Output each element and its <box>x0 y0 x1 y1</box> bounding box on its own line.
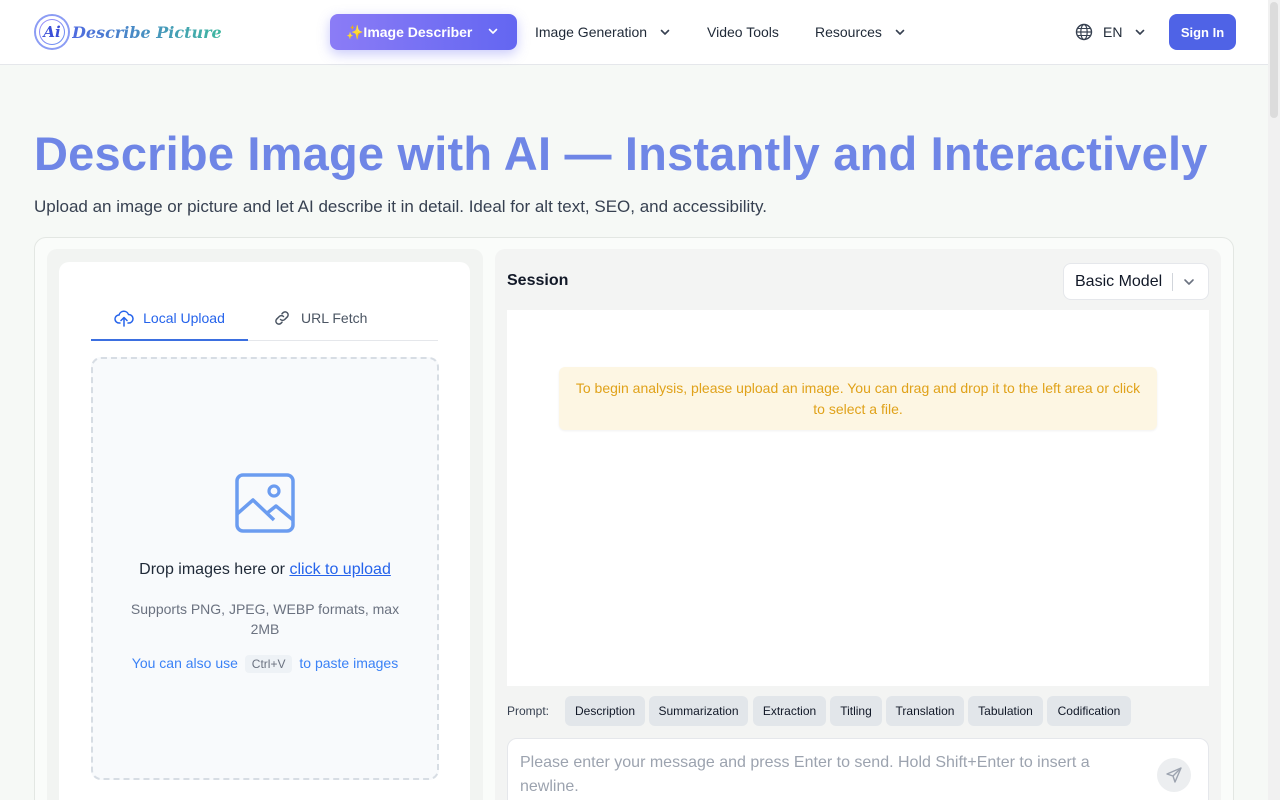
model-select[interactable]: Basic Model <box>1063 263 1209 300</box>
upload-cloud-icon <box>114 308 134 328</box>
upload-tabs: Local Upload URL Fetch <box>91 296 438 341</box>
tab-url-fetch-label: URL Fetch <box>301 310 368 326</box>
tab-local-upload[interactable]: Local Upload <box>91 296 248 341</box>
message-input-placeholder: Please enter your message and press Ente… <box>520 754 1090 795</box>
drop-instructions: Drop images here or click to upload <box>91 561 439 579</box>
paste-hint-prefix: You can also use <box>131 655 238 671</box>
page-subtitle: Upload an image or picture and let AI de… <box>34 197 767 216</box>
chevron-down-icon <box>1136 29 1145 35</box>
language-label: EN <box>1103 24 1123 40</box>
nav-image-describer-label: ✨Image Describer <box>346 23 473 40</box>
prompt-chip-description[interactable]: Description <box>565 696 645 726</box>
tab-url-fetch[interactable]: URL Fetch <box>272 296 367 340</box>
scrollbar-thumb[interactable] <box>1270 2 1278 118</box>
select-divider <box>1172 273 1173 291</box>
send-button[interactable] <box>1157 758 1191 792</box>
prompt-label: Prompt: <box>507 704 550 718</box>
prompt-chip-tabulation[interactable]: Tabulation <box>968 696 1043 726</box>
prompt-chip-translation[interactable]: Translation <box>886 696 964 726</box>
click-to-upload-link[interactable]: click to upload <box>289 561 390 578</box>
nav-resources[interactable]: Resources <box>815 24 906 40</box>
chevron-down-icon <box>895 29 905 35</box>
nav-video-tools[interactable]: Video Tools <box>707 24 779 40</box>
paste-hint-suffix: to paste images <box>299 655 399 671</box>
prompt-chip-extraction[interactable]: Extraction <box>753 696 826 726</box>
upload-notice: To begin analysis, please upload an imag… <box>559 367 1157 430</box>
nav-resources-label: Resources <box>815 24 882 40</box>
tab-local-upload-label: Local Upload <box>143 309 225 326</box>
language-selector[interactable]: EN <box>1075 23 1146 41</box>
prompt-chip-summarization[interactable]: Summarization <box>649 696 748 726</box>
logo[interactable]: Ai Describe Picture <box>36 16 222 48</box>
link-icon <box>272 308 292 328</box>
nav-image-generation-label: Image Generation <box>535 24 648 40</box>
session-title: Session <box>507 272 569 289</box>
drop-text-label: Drop images here or <box>139 561 285 578</box>
sign-in-button[interactable]: Sign In <box>1169 14 1236 50</box>
chevron-down-icon <box>488 28 498 34</box>
page-scrollbar[interactable] <box>1268 0 1280 800</box>
logo-text: Describe Picture <box>72 22 222 42</box>
chevron-down-icon <box>660 29 670 35</box>
paste-hint: You can also use Ctrl+V to paste images <box>91 655 439 673</box>
send-icon <box>1166 767 1182 783</box>
paste-shortcut-key: Ctrl+V <box>244 655 293 673</box>
image-icon <box>234 472 296 539</box>
prompt-chip-titling[interactable]: Titling <box>830 696 882 726</box>
nav-image-generation[interactable]: Image Generation <box>535 24 671 40</box>
nav-image-describer[interactable]: ✨Image Describer <box>330 14 517 50</box>
nav-video-tools-label: Video Tools <box>707 24 779 40</box>
chevron-down-icon <box>1184 279 1194 285</box>
logo-badge-icon: Ai <box>36 16 68 48</box>
prompt-chip-codification[interactable]: Codification <box>1047 696 1131 726</box>
model-select-value: Basic Model <box>1075 272 1163 290</box>
page-title: Describe Image with AI — Instantly and I… <box>34 127 1208 180</box>
top-navbar: Ai Describe Picture ✨Image Describer Ima… <box>0 0 1268 65</box>
supported-formats-text: Supports PNG, JPEG, WEBP formats, max 2M… <box>130 601 400 637</box>
globe-icon <box>1075 23 1093 41</box>
